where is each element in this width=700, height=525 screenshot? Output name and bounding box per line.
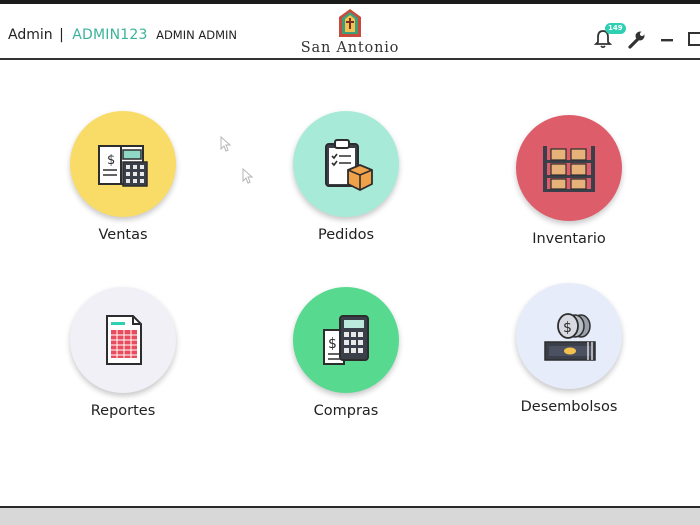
mouse-cursor-icon: [242, 168, 254, 184]
mouse-cursor-icon: [220, 136, 232, 152]
cash-register-icon: $: [98, 145, 148, 187]
user-info: Admin | ADMIN123 ADMIN ADMIN: [8, 27, 237, 43]
app-header: Admin | ADMIN123 ADMIN ADMIN San Antonio…: [0, 4, 700, 60]
svg-text:$: $: [563, 320, 572, 336]
window-bottom-border: [0, 506, 700, 525]
user-id: ADMIN123: [72, 27, 148, 43]
ventas-label[interactable]: Ventas: [48, 227, 198, 243]
warehouse-shelf-icon: [543, 146, 595, 192]
reportes-label[interactable]: Reportes: [48, 403, 198, 419]
pedidos-tile[interactable]: Pedidos: [271, 111, 421, 243]
coins-cash-icon: $: [544, 313, 596, 361]
brand-logo: San Antonio: [290, 8, 410, 56]
church-logo-icon: [339, 9, 361, 37]
calculator-receipt-icon: $: [323, 315, 369, 365]
desembolsos-label[interactable]: Desembolsos: [494, 399, 644, 415]
user-separator: |: [59, 27, 64, 43]
reportes-tile[interactable]: Reportes: [48, 287, 198, 419]
report-sheet-icon: [106, 315, 142, 365]
compras-circle[interactable]: $: [293, 287, 399, 393]
wrench-icon[interactable]: [625, 28, 647, 50]
pedidos-circle[interactable]: [293, 111, 399, 217]
notification-badge: 149: [605, 23, 626, 34]
reportes-circle[interactable]: [70, 287, 176, 393]
inventario-circle[interactable]: [516, 115, 622, 221]
ventas-tile[interactable]: $ Ventas: [48, 111, 198, 243]
inventario-tile[interactable]: Inventario: [494, 115, 644, 247]
desembolsos-tile[interactable]: $ Desembolsos: [494, 283, 644, 415]
clipboard-box-icon: [325, 139, 373, 192]
svg-text:$: $: [328, 336, 337, 352]
desembolsos-circle[interactable]: $: [516, 283, 622, 389]
inventario-label[interactable]: Inventario: [494, 231, 644, 247]
brand-name: San Antonio: [300, 40, 400, 56]
compras-label[interactable]: Compras: [271, 403, 421, 419]
ventas-circle[interactable]: $: [70, 111, 176, 217]
user-full-name: ADMIN ADMIN: [156, 28, 238, 42]
svg-text:$: $: [107, 153, 115, 168]
minimize-icon[interactable]: [656, 28, 678, 50]
user-role: Admin: [8, 27, 53, 43]
compras-tile[interactable]: $ Compras: [271, 287, 421, 419]
pedidos-label[interactable]: Pedidos: [271, 227, 421, 243]
maximize-icon[interactable]: [684, 28, 700, 50]
